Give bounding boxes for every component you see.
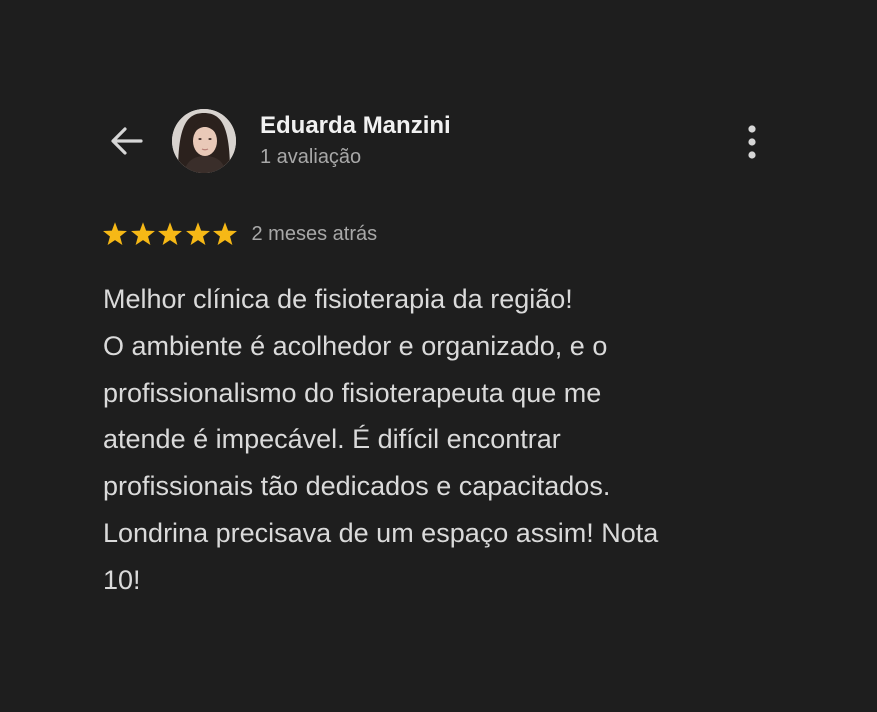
review-text-line: O ambiente é acolhedor e organizado, e o bbox=[103, 330, 608, 361]
reviewer-name[interactable]: Eduarda Manzini bbox=[260, 112, 451, 140]
back-button[interactable] bbox=[104, 121, 148, 161]
arrow-left-icon bbox=[111, 127, 143, 155]
review-text-line: 10! bbox=[103, 564, 141, 595]
review-count: 1 avaliação bbox=[260, 146, 362, 168]
review-text-line: Melhor clínica de fisioterapia da região… bbox=[103, 284, 573, 314]
avatar[interactable] bbox=[172, 109, 236, 173]
review-text-line: atende é impecável. É difícil encontrar bbox=[103, 424, 561, 455]
review-text-line: profissionais tão dedicados e capacitado… bbox=[103, 471, 611, 502]
review-text-line: Londrina precisava de um espaço assim! N… bbox=[103, 517, 659, 548]
review-date: 2 meses atrás bbox=[251, 222, 378, 245]
star-icon bbox=[130, 222, 155, 246]
avatar-photo bbox=[172, 109, 236, 173]
star-rating bbox=[102, 221, 240, 247]
review-text-line: profissionalismo do fisioterapeuta que m… bbox=[103, 377, 602, 408]
star-icon bbox=[213, 222, 237, 246]
star-icon bbox=[103, 222, 127, 246]
star-icon bbox=[158, 222, 182, 246]
review-screen: Eduarda Manzini 1 avaliação 2 meses atrá… bbox=[0, 0, 877, 712]
review-text: Melhor clínica de fisioterapia da região… bbox=[103, 276, 793, 604]
rating-row: 2 meses atrás bbox=[102, 220, 377, 248]
more-options-button[interactable] bbox=[734, 120, 770, 164]
more-vertical-icon bbox=[748, 125, 756, 159]
star-icon bbox=[185, 222, 210, 246]
